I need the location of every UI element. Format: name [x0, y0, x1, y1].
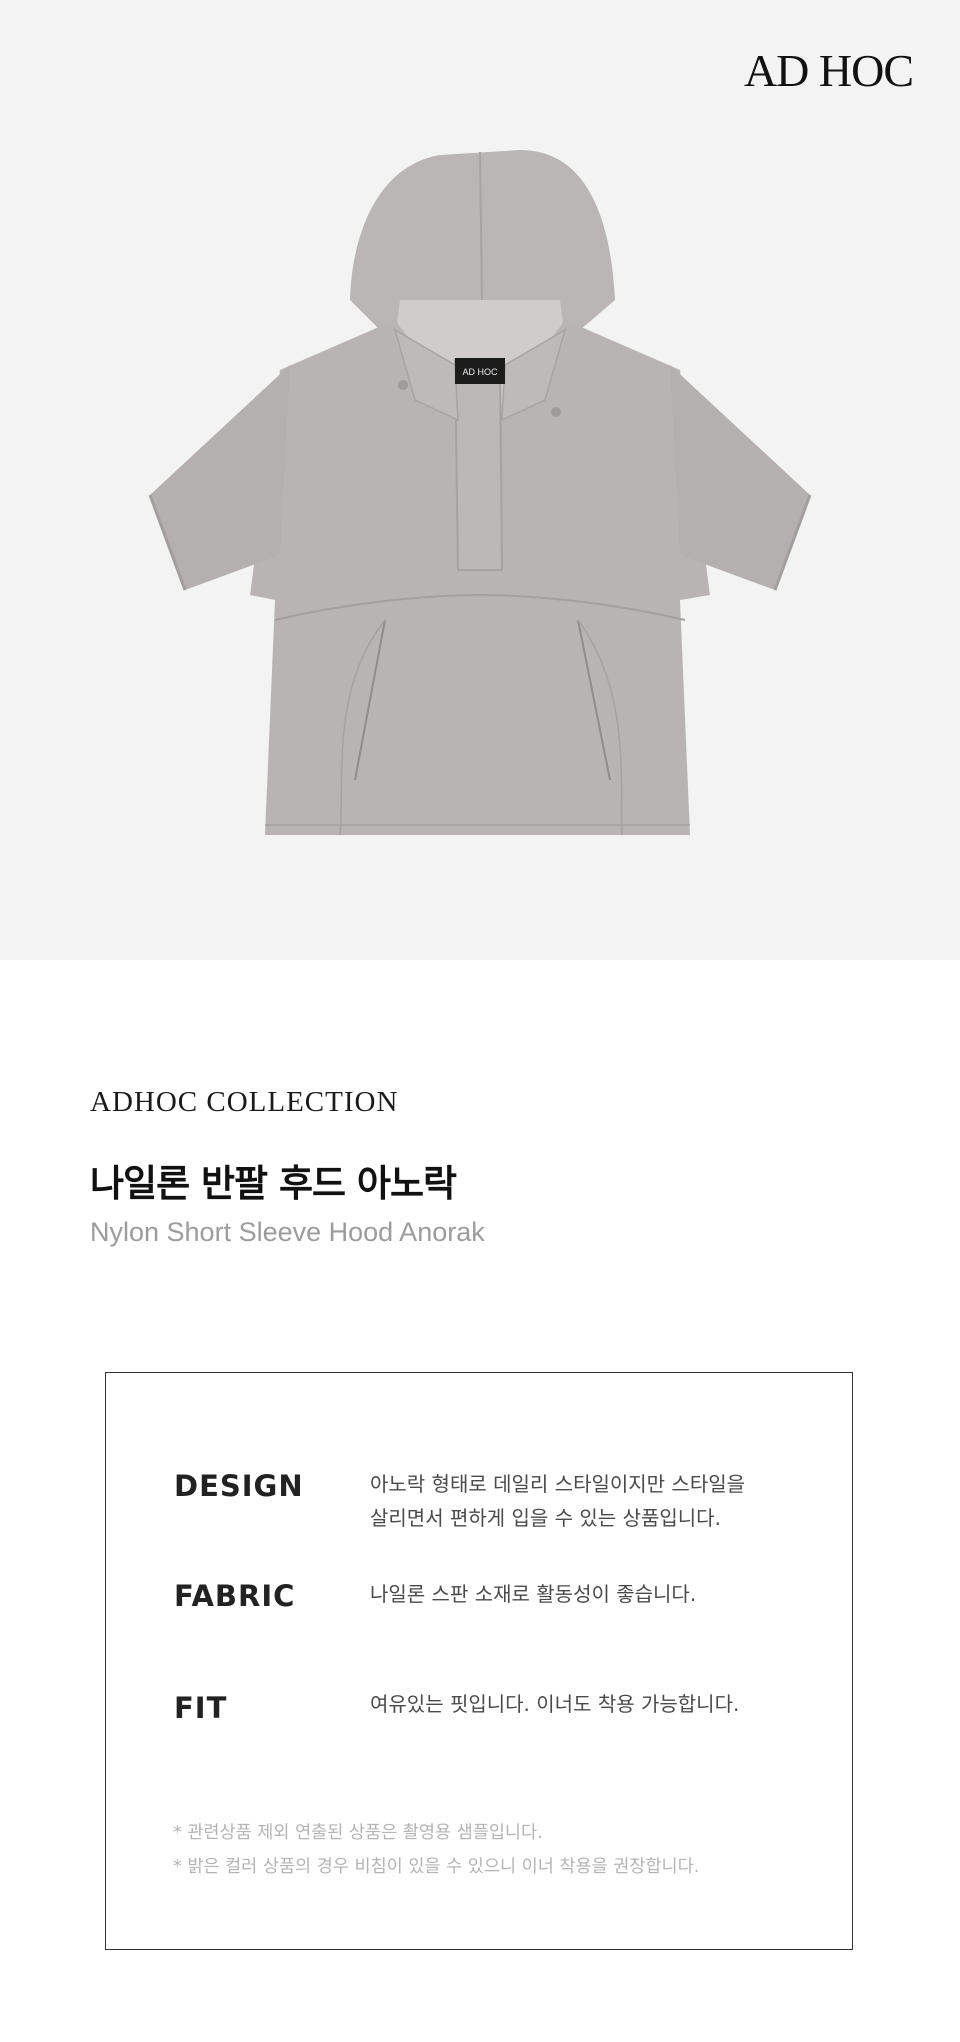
collection-label: ADHOC COLLECTION	[90, 1086, 399, 1118]
note-sample: * 관련상품 제외 연출된 상품은 촬영용 샘플입니다.	[173, 1823, 543, 1843]
product-photo: AD HOC	[148, 150, 812, 836]
product-title-english: Nylon Short Sleeve Hood Anorak	[90, 1217, 485, 1247]
spec-design-label: DESIGN	[174, 1469, 304, 1503]
spec-fabric-line-1: 나일론 스판 소재로 활동성이 좋습니다.	[370, 1582, 697, 1606]
spec-design-line-1: 아노락 형태로 데일리 스타일이지만 스타일을	[370, 1472, 746, 1496]
spec-design-text: 아노락 형태로 데일리 스타일이지만 스타일을 살리면서 편하게 입을 수 있는…	[370, 1467, 810, 1535]
spec-fabric-label: FABRIC	[174, 1579, 296, 1613]
brand-logo: AD HOC	[743, 45, 914, 96]
spec-fit-line-1: 여유있는 핏입니다. 이너도 착용 가능합니다.	[370, 1692, 740, 1716]
spec-fit-text: 여유있는 핏입니다. 이너도 착용 가능합니다.	[370, 1687, 810, 1721]
note-sheer: * 밝은 컬러 상품의 경우 비침이 있을 수 있으니 이너 착용을 권장합니다…	[173, 1857, 700, 1877]
spec-design-line-2: 살리면서 편하게 입을 수 있는 상품입니다.	[370, 1506, 721, 1530]
product-title-korean: 나일론 반팔 후드 아노락	[90, 1162, 457, 1205]
product-info-box: DESIGN 아노락 형태로 데일리 스타일이지만 스타일을 살리면서 편하게 …	[105, 1372, 853, 1950]
label-tag-text: AD HOC	[462, 367, 498, 377]
product-hero: AD HOC AD HOC	[0, 0, 960, 960]
spec-fit-label: FIT	[174, 1691, 228, 1725]
spec-fabric-text: 나일론 스판 소재로 활동성이 좋습니다.	[370, 1577, 810, 1611]
